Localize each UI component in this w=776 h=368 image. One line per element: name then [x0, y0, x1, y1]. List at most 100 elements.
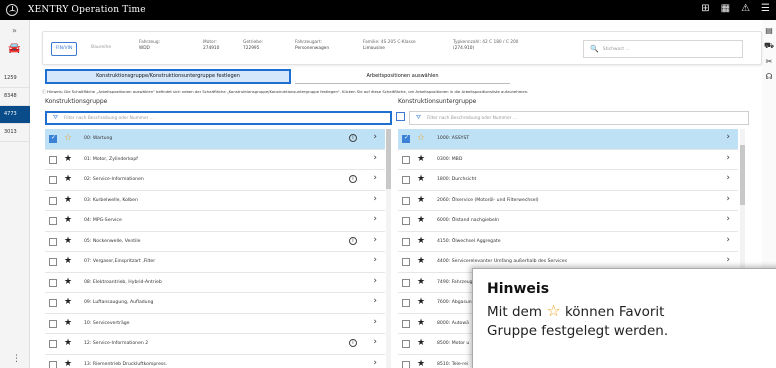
row-checkbox[interactable]: [402, 196, 410, 205]
sidebar-item-job[interactable]: 8348: [0, 88, 30, 106]
favorite-star-icon[interactable]: ★: [64, 256, 72, 266]
favorite-star-icon[interactable]: ★: [417, 359, 425, 368]
list-item[interactable]: ★ 08: Elektroantrieb, Hybrid-Antrieb ›: [45, 272, 385, 293]
row-checkbox[interactable]: [49, 258, 57, 266]
favorite-star-icon[interactable]: ☆: [417, 133, 425, 143]
tools-icon[interactable]: ✂: [762, 57, 776, 66]
row-checkbox[interactable]: [49, 319, 57, 328]
list-item[interactable]: ☆ 1000: ASSYST ›: [398, 129, 738, 150]
finvin-button[interactable]: FIN/VIN: [51, 42, 77, 56]
list-item[interactable]: ★ 13: Riementrieb Druckluftkompress. ›: [45, 354, 385, 368]
chevron-right-icon[interactable]: ›: [726, 153, 730, 163]
chevron-right-icon[interactable]: ›: [726, 173, 730, 183]
favorite-star-icon[interactable]: ★: [417, 256, 425, 266]
keyword-search[interactable]: 🔍 Stichwort ...: [583, 40, 743, 58]
chevron-right-icon[interactable]: ›: [373, 255, 377, 265]
list-item[interactable]: ★ 2060: Ölservice (Motoröl- und Filterwec…: [398, 190, 738, 211]
row-checkbox[interactable]: [402, 299, 410, 307]
favorite-star-icon[interactable]: ★: [64, 174, 72, 184]
chevron-right-icon[interactable]: ›: [726, 255, 730, 265]
row-checkbox[interactable]: [49, 360, 57, 368]
list-item[interactable]: ★ 12: Service-Informationen 2 i ›: [45, 334, 385, 355]
list-item[interactable]: ★ 01: Motor, Zylinderkopf ›: [45, 149, 385, 170]
chevron-right-icon[interactable]: ›: [373, 194, 377, 204]
list-item[interactable]: ★ 0300: MBD ›: [398, 149, 738, 170]
vehicle-icon[interactable]: ⛟: [762, 41, 776, 51]
search-input[interactable]: Stichwort ...: [603, 47, 630, 52]
left-filter-input[interactable]: ⛛ Filter nach Beschreibung oder Nummer .…: [45, 111, 392, 125]
favorite-star-icon[interactable]: ☆: [64, 133, 72, 143]
sidebar-item-job[interactable]: 3013: [0, 124, 30, 142]
row-checkbox[interactable]: [402, 237, 410, 246]
chevron-right-icon[interactable]: ›: [373, 317, 377, 327]
scroll-thumb[interactable]: [386, 129, 391, 189]
favorite-star-icon[interactable]: ★: [417, 174, 425, 184]
info-icon[interactable]: i: [349, 236, 357, 245]
chevron-right-icon[interactable]: ›: [373, 235, 377, 245]
list-item[interactable]: ★ 07: Vergaser,Einspritzart ,Filter ›: [45, 252, 385, 273]
row-checkbox[interactable]: [402, 176, 410, 184]
network-icon[interactable]: ⊞: [701, 3, 709, 14]
menu-icon[interactable]: ☰: [761, 3, 770, 14]
document-icon[interactable]: ▤: [762, 26, 776, 35]
favorite-star-icon[interactable]: ★: [417, 338, 425, 348]
right-filter-input[interactable]: ⛛ Filter nach Beschreibung oder Nummer .…: [409, 111, 749, 125]
chevron-right-icon[interactable]: ›: [726, 194, 730, 204]
chevron-right-icon[interactable]: ›: [373, 214, 377, 224]
left-scrollbar[interactable]: [386, 129, 391, 368]
favorite-star-icon[interactable]: ★: [64, 359, 72, 368]
row-checkbox[interactable]: [402, 217, 410, 225]
expand-sidebar-icon[interactable]: »: [0, 26, 29, 35]
chevron-right-icon[interactable]: ›: [373, 296, 377, 306]
favorite-star-icon[interactable]: ★: [64, 154, 72, 164]
info-icon[interactable]: i: [349, 134, 357, 142]
favorite-star-icon[interactable]: ★: [64, 338, 72, 348]
favorite-star-icon[interactable]: ★: [417, 297, 425, 307]
list-item[interactable]: ★ 03: Kurbelwelle, Kolben ›: [45, 190, 385, 211]
favorite-star-icon[interactable]: ★: [64, 215, 72, 225]
favorite-star-icon[interactable]: ★: [417, 236, 425, 246]
list-item[interactable]: ★ 05: Nockenwelle, Ventile i ›: [45, 231, 385, 252]
info-icon[interactable]: i: [349, 175, 357, 183]
sidebar-item-job-active[interactable]: 4773: [0, 106, 30, 124]
select-all-checkbox[interactable]: [396, 112, 405, 121]
row-checkbox[interactable]: [49, 278, 57, 287]
favorite-star-icon[interactable]: ★: [417, 215, 425, 225]
scroll-thumb[interactable]: [740, 145, 745, 205]
favorite-star-icon[interactable]: ★: [64, 236, 72, 246]
support-icon[interactable]: ☊: [762, 72, 776, 81]
list-item[interactable]: ★ 02: Service-Informationen i ›: [45, 170, 385, 191]
list-item[interactable]: ★ 6000: Ölstand nachgiebeln ›: [398, 211, 738, 232]
chevron-right-icon[interactable]: ›: [373, 153, 377, 163]
chevron-right-icon[interactable]: ›: [726, 235, 730, 245]
info-icon[interactable]: i: [349, 339, 357, 347]
favorite-star-icon[interactable]: ★: [417, 318, 425, 328]
row-checkbox[interactable]: [49, 155, 57, 164]
chevron-right-icon[interactable]: ›: [726, 214, 730, 224]
favorite-star-icon[interactable]: ★: [417, 154, 425, 164]
row-checkbox[interactable]: [402, 319, 410, 328]
grid-icon[interactable]: ▦: [721, 3, 730, 14]
sidebar-item-job[interactable]: 1259: [0, 70, 30, 88]
favorite-star-icon[interactable]: ★: [417, 195, 425, 205]
favorite-star-icon[interactable]: ★: [64, 318, 72, 328]
row-checkbox[interactable]: [49, 217, 57, 225]
row-checkbox[interactable]: [402, 258, 410, 266]
row-checkbox[interactable]: [49, 134, 57, 143]
chevron-right-icon[interactable]: ›: [373, 337, 377, 347]
tab-arbeitspositionen[interactable]: Arbeitspositionen auswählen: [295, 69, 510, 84]
list-item[interactable]: ★ 10: Serviceverträge ›: [45, 313, 385, 334]
row-checkbox[interactable]: [49, 299, 57, 307]
row-checkbox[interactable]: [49, 196, 57, 205]
favorite-star-icon[interactable]: ★: [64, 195, 72, 205]
favorite-star-icon[interactable]: ★: [64, 277, 72, 287]
row-checkbox[interactable]: [402, 360, 410, 368]
list-item[interactable]: ★ 1800: Durchsicht ›: [398, 170, 738, 191]
row-checkbox[interactable]: [402, 340, 410, 348]
list-item[interactable]: ★ 09: Luftansaugung, Aufladung ›: [45, 293, 385, 314]
row-checkbox[interactable]: [49, 237, 57, 246]
list-item[interactable]: ★ 4150: Ölwechsel Aggregate ›: [398, 231, 738, 252]
favorite-star-icon[interactable]: ★: [417, 277, 425, 287]
row-checkbox[interactable]: [49, 340, 57, 348]
chevron-right-icon[interactable]: ›: [373, 276, 377, 286]
